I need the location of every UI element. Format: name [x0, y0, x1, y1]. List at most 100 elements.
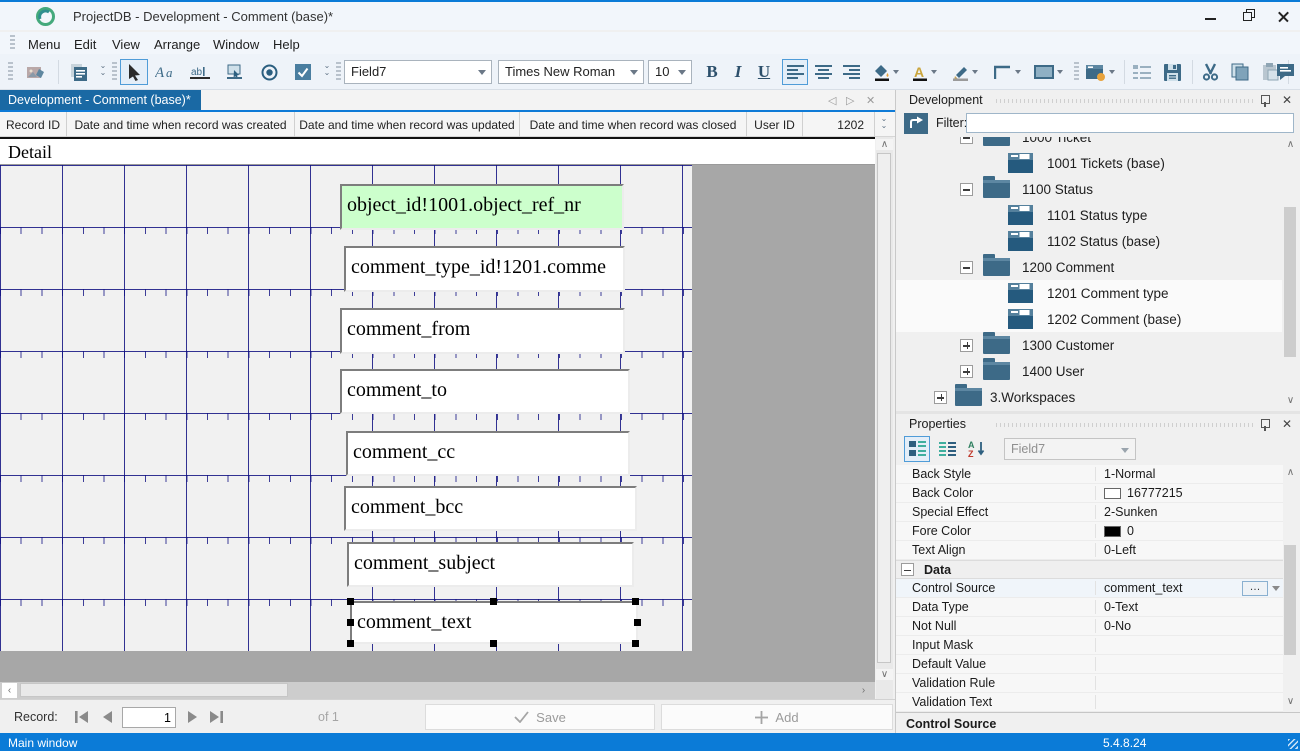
- column-header-user-id[interactable]: User ID: [747, 112, 803, 137]
- menu-item-edit[interactable]: Edit: [68, 35, 102, 54]
- property-row-not-null[interactable]: Not Null 0-No: [896, 617, 1284, 636]
- column-header-1202[interactable]: 1202: [803, 112, 875, 137]
- property-row-default-value[interactable]: Default Value: [896, 655, 1284, 674]
- alphabetical-view-button[interactable]: [934, 436, 960, 462]
- list-view-button[interactable]: [1128, 59, 1156, 85]
- fill-color-button[interactable]: [872, 59, 900, 85]
- cut-button[interactable]: [1196, 59, 1224, 85]
- expander-minus-icon[interactable]: [901, 563, 914, 576]
- menu-grip[interactable]: [10, 35, 15, 51]
- property-row-control-source[interactable]: Control Source comment_text …: [896, 579, 1284, 598]
- tab-scroll-right-icon[interactable]: ▷: [846, 94, 854, 107]
- field-comment-subject[interactable]: comment_subject: [347, 542, 634, 587]
- field-object-id[interactable]: object_id!1001.object_ref_nr: [340, 184, 624, 230]
- scroll-left-icon[interactable]: ‹: [2, 683, 17, 698]
- tree-scrollbar[interactable]: ∧ ∨: [1283, 137, 1298, 411]
- align-left-button[interactable]: [782, 59, 808, 85]
- designer-vertical-scrollbar[interactable]: ∧ ∨: [876, 137, 893, 699]
- bold-button[interactable]: B: [700, 59, 724, 85]
- record-number-input[interactable]: [122, 707, 176, 728]
- property-row-data-type[interactable]: Data Type 0-Text: [896, 598, 1284, 617]
- expander-minus-icon[interactable]: [960, 137, 973, 144]
- tree-item-1101-status-type[interactable]: 1101 Status type: [896, 202, 1282, 228]
- tree-item-1001-tickets-base[interactable]: 1001 Tickets (base): [896, 150, 1282, 176]
- sort-az-button[interactable]: AZ: [964, 436, 990, 462]
- scroll-down-icon[interactable]: ∨: [876, 669, 893, 680]
- image-tool-button[interactable]: [22, 59, 52, 85]
- copy-button[interactable]: [1226, 59, 1254, 85]
- previous-record-button[interactable]: [96, 706, 120, 728]
- field-comment-from[interactable]: comment_from: [340, 308, 625, 354]
- expander-plus-icon[interactable]: [960, 339, 973, 352]
- scroll-down-icon[interactable]: ∨: [1283, 696, 1298, 707]
- field-comment-to[interactable]: comment_to: [340, 369, 630, 414]
- pin-icon[interactable]: [1259, 418, 1271, 431]
- save-record-button[interactable]: Save: [425, 704, 655, 730]
- expander-minus-icon[interactable]: [960, 183, 973, 196]
- designer-horizontal-scrollbar[interactable]: ‹ ›: [0, 682, 875, 699]
- resize-handle[interactable]: [347, 640, 354, 647]
- properties-scrollbar[interactable]: ∧ ∨: [1283, 465, 1298, 712]
- toolbar-grip[interactable]: [336, 62, 341, 82]
- textbox-tool-button[interactable]: ab: [186, 59, 216, 85]
- checkbox-tool-button[interactable]: [288, 59, 318, 85]
- field-selector-combo[interactable]: Field7: [344, 60, 492, 84]
- label-tool-button[interactable]: Aa: [152, 59, 182, 85]
- resize-handle[interactable]: [347, 619, 354, 626]
- border-style-button[interactable]: [990, 59, 1024, 85]
- field-comment-bcc[interactable]: comment_bcc: [344, 486, 637, 531]
- toolbar-grip[interactable]: [1074, 62, 1079, 82]
- resize-handle[interactable]: [490, 640, 497, 647]
- scrollbar-thumb[interactable]: [1284, 545, 1296, 655]
- field-comment-type-id[interactable]: comment_type_id!1201.comme: [344, 246, 625, 292]
- font-color-button[interactable]: A: [910, 59, 940, 85]
- scrollbar-thumb[interactable]: [877, 153, 891, 663]
- scroll-up-icon[interactable]: ∧: [1283, 467, 1298, 478]
- property-section-data[interactable]: Data: [896, 560, 1284, 579]
- expander-plus-icon[interactable]: [934, 391, 947, 404]
- tree-item-1102-status-base[interactable]: 1102 Status (base): [896, 228, 1282, 254]
- column-header-updated[interactable]: Date and time when record was updated: [295, 112, 520, 137]
- maximize-button[interactable]: [1233, 6, 1263, 27]
- close-button[interactable]: [1268, 6, 1298, 27]
- font-size-combo[interactable]: 10: [648, 60, 692, 84]
- property-row-validation-rule[interactable]: Validation Rule: [896, 674, 1284, 693]
- pages-tool-button[interactable]: [64, 59, 94, 85]
- tree-item-1300-customer[interactable]: 1300 Customer: [896, 332, 1282, 358]
- border-box-button[interactable]: [1030, 59, 1066, 85]
- property-row-back-style[interactable]: Back Style 1-Normal: [896, 465, 1284, 484]
- resize-handle[interactable]: [347, 598, 354, 605]
- tree-item-1201-comment-type[interactable]: 1201 Comment type: [896, 280, 1282, 306]
- align-right-button[interactable]: [838, 59, 864, 85]
- resize-handle[interactable]: [634, 619, 641, 626]
- menu-item-window[interactable]: Window: [207, 35, 265, 54]
- resize-handle[interactable]: [632, 598, 639, 605]
- last-record-button[interactable]: [204, 706, 228, 728]
- minimize-button[interactable]: [1196, 6, 1226, 27]
- chevron-down-icon[interactable]: [1272, 586, 1280, 591]
- field-comment-cc[interactable]: comment_cc: [346, 431, 630, 476]
- tab-development-comment[interactable]: Development - Comment (base)*: [0, 90, 201, 110]
- resize-handle[interactable]: [632, 640, 639, 647]
- properties-object-combo[interactable]: Field7: [1004, 438, 1136, 460]
- first-record-button[interactable]: [70, 706, 94, 728]
- radio-tool-button[interactable]: [254, 59, 284, 85]
- expander-plus-icon[interactable]: [960, 365, 973, 378]
- navigate-object-button[interactable]: [904, 113, 928, 134]
- column-header-created[interactable]: Date and time when record was created: [67, 112, 295, 137]
- tree-item-1100-status[interactable]: 1100 Status: [896, 176, 1282, 202]
- toolbar-overflow-icon[interactable]: ⌄⌄: [98, 62, 108, 80]
- property-row-fore-color[interactable]: Fore Color 0: [896, 522, 1284, 541]
- column-overflow-icon[interactable]: ⌄⌄: [879, 115, 889, 133]
- categorized-view-button[interactable]: [904, 436, 930, 462]
- save-button[interactable]: [1158, 59, 1186, 85]
- filter-input[interactable]: [966, 113, 1294, 133]
- scroll-right-icon[interactable]: ›: [856, 683, 871, 698]
- property-row-back-color[interactable]: Back Color 16777215: [896, 484, 1284, 503]
- underline-button[interactable]: U: [752, 59, 776, 85]
- scroll-up-icon[interactable]: ∧: [876, 139, 893, 150]
- tree-item-3-workspaces[interactable]: 3.Workspaces: [896, 384, 1282, 410]
- add-record-button[interactable]: Add: [661, 704, 893, 730]
- resize-grip[interactable]: [1288, 739, 1298, 749]
- tree-item-1200-comment[interactable]: 1200 Comment: [896, 254, 1282, 280]
